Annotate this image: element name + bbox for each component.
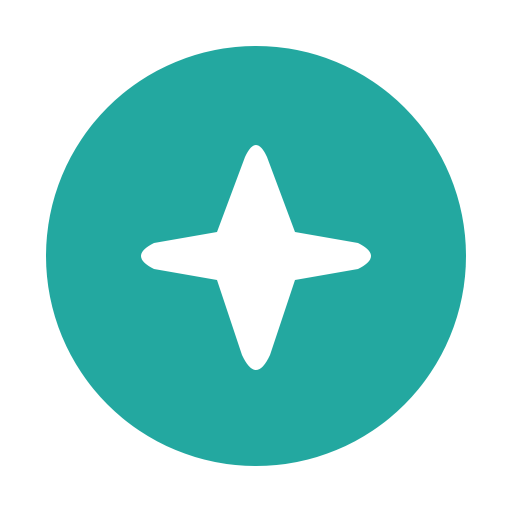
icon-canvas xyxy=(0,0,512,512)
app-icon xyxy=(46,46,466,466)
